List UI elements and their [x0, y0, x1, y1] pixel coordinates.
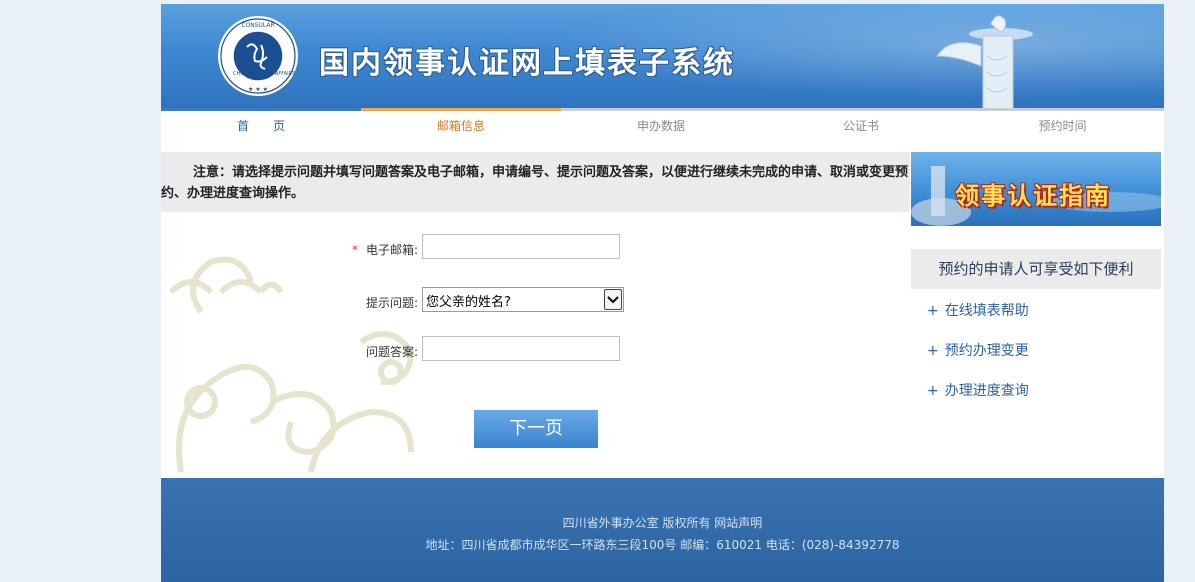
- question-label: 提示问题:: [365, 296, 418, 310]
- email-input[interactable]: [422, 234, 620, 259]
- huabiao-pillar-image: [936, 15, 1033, 108]
- answer-label: 问题答案:: [365, 345, 418, 359]
- svg-text:CONSULAR: CONSULAR: [241, 22, 274, 29]
- email-label: * 电子邮箱:: [351, 243, 418, 257]
- link-appointment-change[interactable]: + 预约办理变更: [927, 340, 1029, 360]
- plus-icon: +: [927, 303, 939, 319]
- step-application-data[interactable]: 申办数据: [561, 108, 761, 137]
- step-appointment-time[interactable]: 预约时间: [961, 108, 1164, 137]
- notice-text: 注意：请选择提示问题并填写问题答案及电子邮箱，申请编号、提示问题及答案，以便进行…: [161, 165, 909, 201]
- svg-text:AFFAIRS: AFFAIRS: [275, 71, 295, 77]
- footer-address: 地址：四川省成都市成华区一环路东三段100号 邮编：610021 电话：(028…: [425, 538, 900, 552]
- security-question-select[interactable]: 您父亲的姓名?: [422, 287, 624, 312]
- link-online-form-help[interactable]: + 在线填表帮助: [927, 300, 1029, 320]
- plus-icon: +: [927, 343, 939, 359]
- footer-copyright: 四川省外事办公室 版权所有 网站声明: [562, 516, 763, 530]
- decorative-swirl-background: [168, 256, 415, 473]
- footer: 四川省外事办公室 版权所有 网站声明 地址：四川省成都市成华区一环路东三段100…: [161, 478, 1164, 582]
- chevron-down-icon[interactable]: [604, 289, 622, 310]
- link-progress-query[interactable]: + 办理进度查询: [927, 380, 1029, 400]
- next-page-button[interactable]: 下一页: [474, 410, 598, 448]
- consular-guide-banner[interactable]: 领事认证指南: [911, 152, 1161, 226]
- consular-affairs-logo: CONSULAR CHINA AFFAIRS ★ ★ ★: [218, 16, 298, 96]
- step-email-info[interactable]: 邮箱信息: [361, 108, 561, 137]
- site-banner: CONSULAR CHINA AFFAIRS ★ ★ ★ 国内领事认证网上填表子…: [161, 4, 1164, 108]
- page: CONSULAR CHINA AFFAIRS ★ ★ ★ 国内领事认证网上填表子…: [161, 4, 1164, 582]
- step-notarial-certificate[interactable]: 公证书: [761, 108, 961, 137]
- svg-text:★ ★ ★: ★ ★ ★: [248, 86, 268, 93]
- benefit-title: 预约的申请人可享受如下便利: [911, 249, 1161, 289]
- progress-steps: 首 页 邮箱信息 申办数据 公证书 预约时间: [161, 108, 1164, 137]
- notice-box: 注意：请选择提示问题并填写问题答案及电子邮箱，申请编号、提示问题及答案，以便进行…: [161, 152, 910, 212]
- form-area: * 电子邮箱: 提示问题: 您父亲的姓名? 问题答案: 下一页: [161, 212, 910, 478]
- guide-banner-text: 领事认证指南: [955, 181, 1111, 210]
- security-question-value: 您父亲的姓名?: [426, 295, 511, 310]
- required-mark: *: [351, 243, 358, 257]
- answer-input[interactable]: [422, 336, 620, 361]
- step-home[interactable]: 首 页: [161, 108, 361, 137]
- svg-text:CHINA: CHINA: [233, 71, 249, 77]
- plus-icon: +: [927, 383, 939, 399]
- site-title: 国内领事认证网上填表子系统: [319, 46, 735, 81]
